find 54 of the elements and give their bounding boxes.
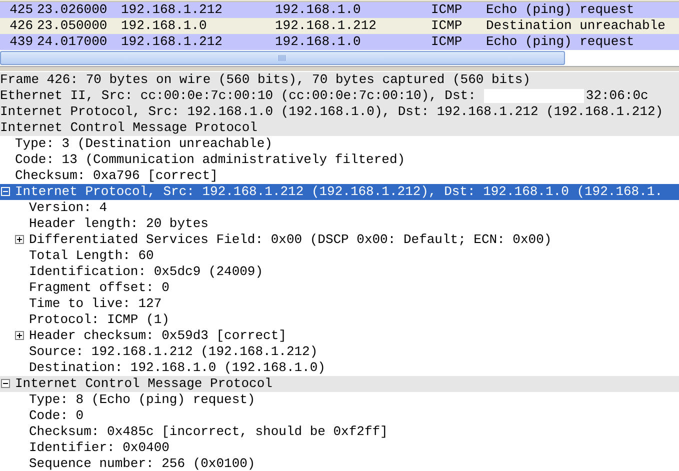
tree-field-text: Destination: 192.168.1.0 (192.168.1.0) — [29, 360, 326, 375]
tree-field-text: Identifier: 0x0400 — [29, 440, 170, 455]
table-cell-text: 23.026000 — [36, 2, 108, 18]
tree-field-text: 32:06:0c — [586, 88, 648, 103]
packet-row[interactable]: 426 23.050000 192.168.1.0 192.168.1.212 ICMP Destination unreachable — [0, 18, 679, 34]
tree-field-text: Header length: 20 bytes — [29, 216, 208, 231]
tree-field-text: Sequence number: 256 (0x0100) — [29, 456, 256, 471]
table-cell-text: 192.168.1.0 — [274, 2, 362, 18]
tree-field-text: Internet Control Message Protocol — [0, 120, 258, 135]
table-cell-text: 192.168.1.0 — [274, 34, 362, 50]
protocol-row[interactable]: Ethernet II, Src: cc:00:0e:7c:00:10 (cc:00:0e:7c:00:10), Dst: 32:06:0c — [0, 88, 679, 104]
tree-field-text: Source: 192.168.1.212 (192.168.1.212) — [29, 344, 318, 359]
tree-field-text: Internet Control Message Protocol — [15, 376, 272, 391]
tree-field-text: Frame 426: 70 bytes on wire (560 bits), 70 bytes captured (560 bits) — [0, 72, 530, 87]
table-cell-text: 192.168.1.212 — [274, 18, 378, 34]
tree-field-text: Checksum: 0xa796 [correct] — [15, 168, 218, 183]
tree-field-text: Code: 13 (Communication administratively filtered) — [15, 152, 406, 167]
collapse-icon[interactable] — [1, 379, 10, 388]
table-cell-text: Destination unreachable — [485, 18, 666, 34]
tree-field-text: Header checksum: 0x59d3 [correct] — [29, 328, 286, 343]
tree-field-text: Code: 0 — [29, 408, 84, 423]
tree-field-text: Protocol: ICMP (1) — [29, 312, 170, 327]
protocol-row[interactable]: Frame 426: 70 bytes on wire (560 bits), 70 bytes captured (560 bits) — [0, 72, 679, 88]
table-cell-text: 439 — [8, 34, 33, 50]
table-cell-text: 426 — [8, 18, 33, 34]
protocol-row[interactable]: Internet Control Message Protocol — [0, 120, 679, 136]
grip-icon — [278, 55, 287, 61]
tree-field-text: Total Length: 60 — [29, 248, 154, 263]
table-cell-text: 192.168.1.0 — [120, 18, 208, 34]
table-cell-text: 192.168.1.212 — [120, 34, 224, 50]
tree-field-text: Fragment offset: 0 — [29, 280, 170, 295]
expand-icon[interactable] — [15, 235, 24, 244]
table-cell-text: 192.168.1.212 — [120, 2, 224, 18]
table-cell-text: 24.017000 — [36, 34, 108, 50]
tree-field-text: Differentiated Services Field: 0x00 (DSCP 0x00: Default; ECN: 0x00) — [29, 232, 552, 247]
table-cell-text: ICMP — [430, 2, 464, 18]
tree-field-text: Ethernet II, Src: cc:00:0e:7c:00:10 (cc:00:0e:7c:00:10), Dst: — [0, 88, 476, 103]
tree-field-text: Identification: 0x5dc9 (24009) — [29, 264, 264, 279]
packet-row[interactable]: 439 24.017000 192.168.1.212 192.168.1.0 ICMP Echo (ping) request — [0, 34, 679, 50]
table-cell-text: 425 — [8, 2, 33, 18]
table-cell-text: ICMP — [430, 34, 464, 50]
tree-field-text: Checksum: 0x485c [incorrect, should be 0xf2ff] — [29, 424, 388, 439]
tree-field-text: Type: 8 (Echo (ping) request) — [29, 392, 256, 407]
tree-field-text: Version: 4 — [29, 200, 108, 215]
tree-field-text: Type: 3 (Destination unreachable) — [15, 136, 272, 151]
protocol-row[interactable]: Internet Control Message Protocol — [0, 376, 679, 392]
expand-icon[interactable] — [15, 331, 24, 340]
packet-row[interactable]: 425 23.026000 192.168.1.212 192.168.1.0 ICMP Echo (ping) request — [0, 2, 679, 18]
table-cell-text: Echo (ping) request — [485, 2, 636, 18]
table-cell-text: ICMP — [430, 18, 464, 34]
table-cell-text: Echo (ping) request — [485, 34, 636, 50]
tree-field-text: Time to live: 127 — [29, 296, 162, 311]
table-cell-text: 23.050000 — [36, 18, 108, 34]
scrollbar-thumb[interactable] — [0, 51, 565, 65]
